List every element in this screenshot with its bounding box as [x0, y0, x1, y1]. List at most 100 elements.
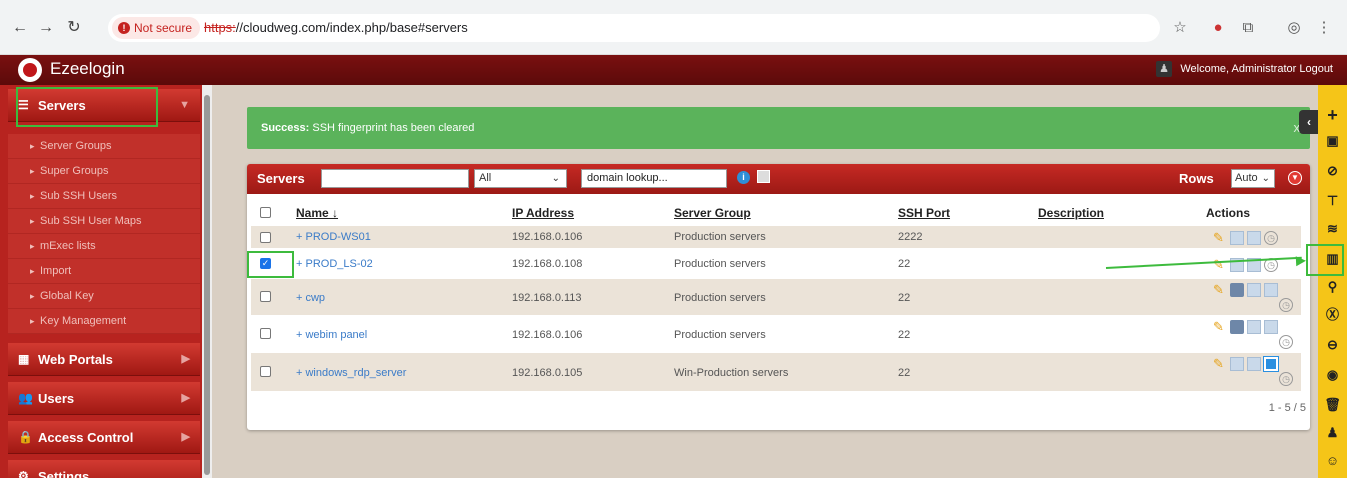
collapse-panel-icon[interactable]: ▼ [1288, 171, 1302, 185]
row-actions: ✎ ◷ [1213, 355, 1296, 386]
chevron-down-icon: ⌄ [1261, 173, 1270, 184]
address-bar[interactable]: ! Not secure https://cloudweg.com/index.… [108, 14, 1160, 42]
document-icon[interactable] [1230, 230, 1244, 245]
column-header-group[interactable]: Server Group [674, 206, 751, 220]
sidebar-scrollbar[interactable] [202, 85, 212, 478]
extension-icon[interactable]: ● [1206, 16, 1230, 40]
edit-icon[interactable]: ✎ [1213, 356, 1227, 371]
server-group: Production servers [674, 231, 766, 243]
windows-icon[interactable] [1263, 355, 1279, 372]
table-row[interactable]: + PROD-WS01 192.168.0.106 Production ser… [251, 226, 1301, 248]
extensions-puzzle-icon[interactable]: ⧉ [1236, 16, 1260, 40]
sidebar-item-key-management[interactable]: Key Management [8, 309, 200, 334]
sidebar-item-settings[interactable]: ⚙ Settings [8, 460, 200, 478]
sidebar-item-sub-ssh-user-maps[interactable]: Sub SSH User Maps [8, 209, 200, 234]
server-name[interactable]: + windows_rdp_server [296, 367, 406, 379]
network-icon[interactable] [1230, 282, 1244, 297]
chevron-right-icon: ▶ [181, 353, 190, 365]
ssh-port: 22 [898, 258, 911, 270]
highlight-servers [16, 87, 158, 127]
server-name[interactable]: + webim panel [296, 329, 367, 341]
column-header-description[interactable]: Description [1038, 206, 1104, 220]
sitemap-icon[interactable]: ⊤ [1318, 191, 1347, 211]
server-name[interactable]: + PROD-WS01 [296, 231, 371, 243]
server-name[interactable]: + PROD_LS-02 [296, 258, 373, 270]
sidebar-item-mexec-lists[interactable]: mExec lists [8, 234, 200, 259]
row-checkbox[interactable] [260, 291, 271, 302]
ip-address: 192.168.0.108 [512, 258, 583, 270]
users-group-icon[interactable]: ☺ [1318, 451, 1347, 471]
edit-icon[interactable]: ✎ [1213, 282, 1227, 297]
column-header-ip[interactable]: IP Address [512, 206, 574, 220]
forward-icon[interactable]: → [34, 16, 58, 40]
add-icon[interactable]: + [1318, 105, 1347, 125]
stack-icon[interactable]: ≋ [1318, 219, 1347, 239]
domain-lookup-input[interactable]: domain lookup... [581, 169, 727, 188]
user-edit-icon[interactable]: ♟ [1318, 423, 1347, 443]
search-input[interactable] [321, 169, 469, 188]
sidebar-item-server-groups[interactable]: Server Groups [8, 134, 200, 159]
document-icon[interactable] [1264, 282, 1278, 297]
document-icon[interactable] [1247, 319, 1261, 334]
key-icon[interactable]: ⚲ [1318, 277, 1347, 297]
back-icon[interactable]: ← [8, 16, 32, 40]
column-header-actions: Actions [1206, 206, 1251, 220]
app-header: Ezeelogin ♟ Welcome, Administrator Logou… [0, 55, 1347, 85]
sidebar-item-super-groups[interactable]: Super Groups [8, 159, 200, 184]
table-row[interactable]: + windows_rdp_server 192.168.0.105 Win-P… [251, 353, 1301, 391]
edit-icon[interactable]: ✎ [1213, 319, 1227, 334]
clock-icon[interactable]: ◷ [1264, 230, 1278, 245]
fingerprint-icon[interactable]: Ⓧ [1318, 305, 1347, 325]
rows-select[interactable]: Auto ⌄ [1231, 169, 1275, 188]
sidebar-item-web-portals[interactable]: ▦ Web Portals ▶ [8, 343, 200, 376]
server-name[interactable]: + cwp [296, 292, 325, 304]
sidebar-item-sub-ssh-users[interactable]: Sub SSH Users [8, 184, 200, 209]
column-header-name[interactable]: Name ↓ [296, 206, 338, 220]
ip-address: 192.168.0.106 [512, 231, 583, 243]
not-secure-badge[interactable]: ! Not secure [112, 17, 201, 39]
row-checkbox[interactable] [260, 232, 271, 243]
trash-icon[interactable]: 🗑 [1318, 395, 1347, 415]
reload-icon[interactable]: ↻ [62, 16, 86, 40]
menu-kebab-icon[interactable]: ⋮ [1312, 16, 1336, 40]
disable-icon[interactable]: ⊘ [1318, 161, 1347, 181]
clock-icon[interactable]: ◷ [1279, 334, 1293, 349]
network-icon[interactable] [1230, 319, 1244, 334]
sidebar-item-access-control[interactable]: 🔒 Access Control ▶ [8, 421, 200, 454]
welcome-logout[interactable]: Welcome, Administrator Logout [1180, 63, 1333, 75]
row-checkbox[interactable] [260, 366, 271, 377]
servers-panel: Servers All ⌄ domain lookup... i Rows Aut… [247, 164, 1310, 430]
clock-icon[interactable]: ◷ [1279, 371, 1293, 386]
select-all-checkbox[interactable] [260, 207, 271, 218]
panel-header: Servers All ⌄ domain lookup... i Rows Aut… [247, 164, 1310, 194]
list-view-icon[interactable] [757, 170, 770, 183]
chevron-right-icon: ▶ [181, 431, 190, 443]
document-icon[interactable] [1264, 319, 1278, 334]
document-icon[interactable] [1230, 356, 1244, 371]
profile-icon[interactable]: ◎ [1282, 16, 1306, 40]
edit-icon[interactable]: ✎ [1213, 230, 1227, 245]
ssh-port: 2222 [898, 231, 923, 243]
clock-icon[interactable]: ◷ [1279, 297, 1293, 312]
column-header-port[interactable]: SSH Port [898, 206, 950, 220]
document-icon[interactable] [1247, 356, 1261, 371]
document-icon[interactable] [1247, 282, 1261, 297]
minus-circle-icon[interactable]: ⊖ [1318, 335, 1347, 355]
user-icon: ♟ [1156, 61, 1172, 77]
filter-select[interactable]: All ⌄ [474, 169, 567, 188]
target-icon[interactable]: ◉ [1318, 365, 1347, 385]
sidebar-item-import[interactable]: Import [8, 259, 200, 284]
table-row[interactable]: + cwp 192.168.0.113 Production servers 2… [251, 279, 1301, 315]
table-row[interactable]: + webim panel 192.168.0.106 Production s… [251, 316, 1301, 352]
sidebar-item-users[interactable]: 👥 Users ▶ [8, 382, 200, 415]
toggle-toolbar-button[interactable]: ‹ [1299, 110, 1319, 134]
ezeelogin-logo-icon[interactable] [18, 58, 42, 82]
document-icon[interactable] [1247, 230, 1261, 245]
info-icon[interactable]: i [737, 171, 750, 184]
row-checkbox[interactable] [260, 328, 271, 339]
url-text[interactable]: https://cloudweg.com/index.php/base#serv… [204, 14, 468, 42]
row-actions: ✎ ◷ [1213, 230, 1281, 245]
terminal-icon[interactable]: ▣ [1318, 131, 1347, 151]
sidebar-item-global-key[interactable]: Global Key [8, 284, 200, 309]
bookmark-star-icon[interactable]: ☆ [1168, 16, 1192, 40]
